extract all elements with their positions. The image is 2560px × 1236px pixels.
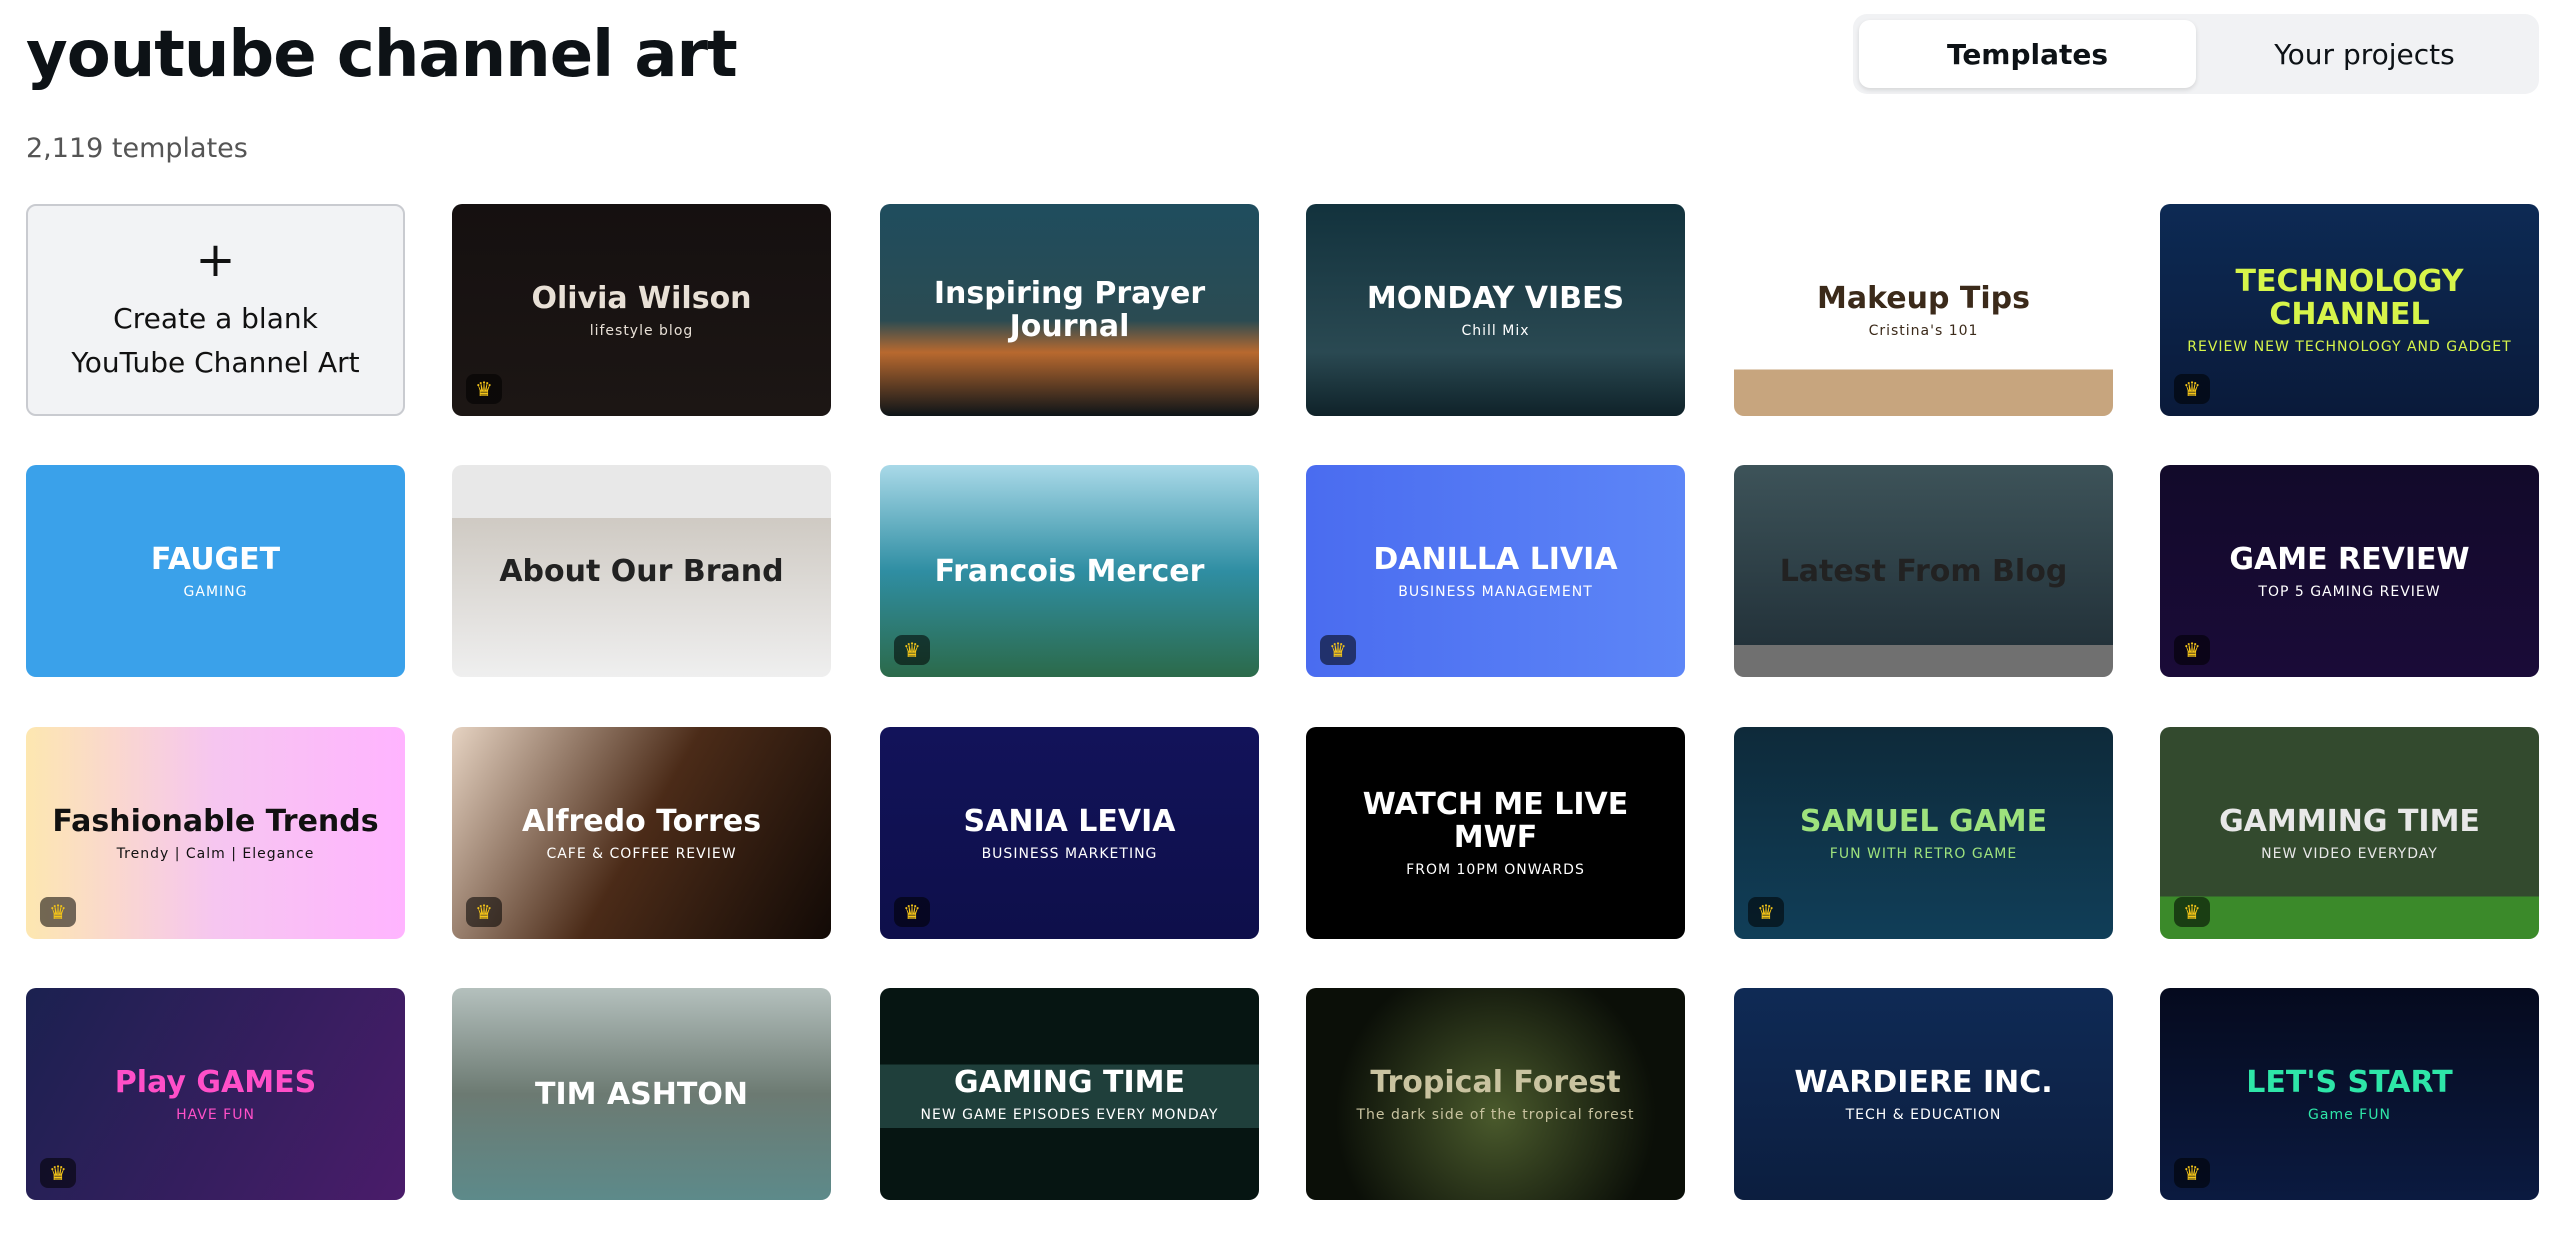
template-subtitle: BUSINESS MANAGEMENT [1398, 583, 1593, 600]
crown-icon: ♛ [2174, 897, 2210, 927]
crown-icon: ♛ [466, 897, 502, 927]
template-card[interactable]: Tropical Forest The dark side of the trop… [1306, 988, 1685, 1200]
template-subtitle: REVIEW NEW TECHNOLOGY AND GADGET [2187, 339, 2512, 355]
template-title: Makeup Tips [1817, 280, 2030, 316]
crown-icon: ♛ [894, 635, 930, 665]
template-title: Francois Mercer [934, 553, 1205, 589]
template-card[interactable]: Francois Mercer ♛ [880, 465, 1259, 677]
template-subtitle: FROM 10PM ONWARDS [1406, 862, 1585, 878]
crown-icon: ♛ [466, 374, 502, 404]
template-card[interactable]: SANIA LEVIA BUSINESS MARKETING ♛ [880, 727, 1259, 939]
template-subtitle: The dark side of the tropical forest [1356, 1106, 1635, 1123]
template-count: 2,119 templates [26, 133, 248, 164]
template-title: Olivia Wilson [531, 280, 752, 316]
template-card[interactable]: Makeup Tips Cristina's 101 [1734, 204, 2113, 416]
template-subtitle: Cristina's 101 [1868, 322, 1979, 339]
template-subtitle: CAFE & COFFEE REVIEW [546, 845, 737, 862]
template-subtitle: Chill Mix [1461, 322, 1530, 339]
template-title: SAMUEL GAME [1799, 803, 2048, 839]
template-card[interactable]: GAMING TIME NEW GAME EPISODES EVERY MONDA… [880, 988, 1259, 1200]
template-title: TIM ASHTON [535, 1076, 748, 1112]
template-title: TECHNOLOGY CHANNEL [2235, 264, 2464, 332]
template-subtitle: FUN WITH RETRO GAME [1829, 845, 2018, 862]
template-card[interactable]: DANILLA LIVIA BUSINESS MANAGEMENT ♛ [1306, 465, 1685, 677]
template-card[interactable]: LET'S START Game FUN ♛ [2160, 988, 2539, 1200]
template-title: MONDAY VIBES [1366, 280, 1625, 316]
template-card[interactable]: MONDAY VIBES Chill Mix [1306, 204, 1685, 416]
template-card[interactable]: Fashionable Trends Trendy | Calm | Elegan… [26, 727, 405, 939]
template-card[interactable]: GAMMING TIME NEW VIDEO EVERYDAY ♛ [2160, 727, 2539, 939]
template-subtitle: NEW GAME EPISODES EVERY MONDAY [920, 1106, 1219, 1123]
page-title: youtube channel art [26, 18, 738, 92]
template-card[interactable]: Olivia Wilson lifestyle blog ♛ [452, 204, 831, 416]
template-title: DANILLA LIVIA [1373, 541, 1618, 577]
crown-icon: ♛ [894, 897, 930, 927]
template-title: WATCH ME LIVE MWF [1362, 787, 1629, 855]
crown-icon: ♛ [2174, 374, 2210, 404]
template-card[interactable]: FAUGET GAMING [26, 465, 405, 677]
template-subtitle: TOP 5 GAMING REVIEW [2258, 583, 2441, 600]
template-subtitle: TECH & EDUCATION [1845, 1106, 2002, 1123]
template-title: GAMING TIME [953, 1064, 1185, 1100]
template-card[interactable]: WARDIERE INC. TECH & EDUCATION [1734, 988, 2113, 1200]
tab-templates[interactable]: Templates [1859, 20, 2196, 88]
template-subtitle: HAVE FUN [176, 1106, 255, 1123]
template-card[interactable]: TECHNOLOGY CHANNEL REVIEW NEW TECHNOLOGY … [2160, 204, 2539, 416]
template-card[interactable]: Play GAMES HAVE FUN ♛ [26, 988, 405, 1200]
template-subtitle: Trendy | Calm | Elegance [116, 845, 315, 862]
template-card[interactable]: GAME REVIEW TOP 5 GAMING REVIEW ♛ [2160, 465, 2539, 677]
template-title: Inspiring Prayer Journal [933, 276, 1206, 344]
template-card[interactable]: About Our Brand [452, 465, 831, 677]
create-blank-type: YouTube Channel Art [71, 346, 360, 379]
crown-icon: ♛ [1320, 635, 1356, 665]
template-title: About Our Brand [499, 553, 784, 589]
crown-icon: ♛ [40, 897, 76, 927]
template-title: Tropical Forest [1370, 1064, 1621, 1100]
template-title: WARDIERE INC. [1794, 1064, 2053, 1100]
template-card[interactable]: WATCH ME LIVE MWF FROM 10PM ONWARDS [1306, 727, 1685, 939]
template-subtitle: GAMING [183, 583, 248, 600]
template-subtitle: lifestyle blog [589, 322, 694, 339]
create-blank-button[interactable]: + Create a blank YouTube Channel Art [26, 204, 405, 416]
template-subtitle: BUSINESS MARKETING [981, 845, 1158, 862]
template-card[interactable]: Inspiring Prayer Journal [880, 204, 1259, 416]
template-title: Play GAMES [114, 1064, 317, 1100]
template-title: SANIA LEVIA [963, 803, 1176, 839]
template-title: GAMMING TIME [2219, 803, 2480, 839]
template-card[interactable]: Latest From Blog [1734, 465, 2113, 677]
template-subtitle: NEW VIDEO EVERYDAY [2261, 845, 2438, 862]
crown-icon: ♛ [2174, 635, 2210, 665]
template-card[interactable]: TIM ASHTON [452, 988, 831, 1200]
template-card[interactable]: SAMUEL GAME FUN WITH RETRO GAME ♛ [1734, 727, 2113, 939]
template-title: Latest From Blog [1779, 553, 2068, 589]
template-title: LET'S START [2246, 1064, 2453, 1100]
plus-icon: + [195, 232, 236, 288]
crown-icon: ♛ [2174, 1158, 2210, 1188]
template-title: FAUGET [150, 541, 281, 577]
create-blank-label: Create a blank [113, 302, 318, 335]
view-toggle: Templates Your projects [1853, 14, 2539, 94]
template-title: Fashionable Trends [52, 803, 379, 839]
template-title: GAME REVIEW [2229, 541, 2470, 577]
template-title: Alfredo Torres [521, 803, 762, 839]
crown-icon: ♛ [40, 1158, 76, 1188]
crown-icon: ♛ [1748, 897, 1784, 927]
template-subtitle: Game FUN [2308, 1106, 2391, 1123]
tab-your-projects[interactable]: Your projects [2196, 20, 2533, 88]
template-card[interactable]: Alfredo Torres CAFE & COFFEE REVIEW ♛ [452, 727, 831, 939]
